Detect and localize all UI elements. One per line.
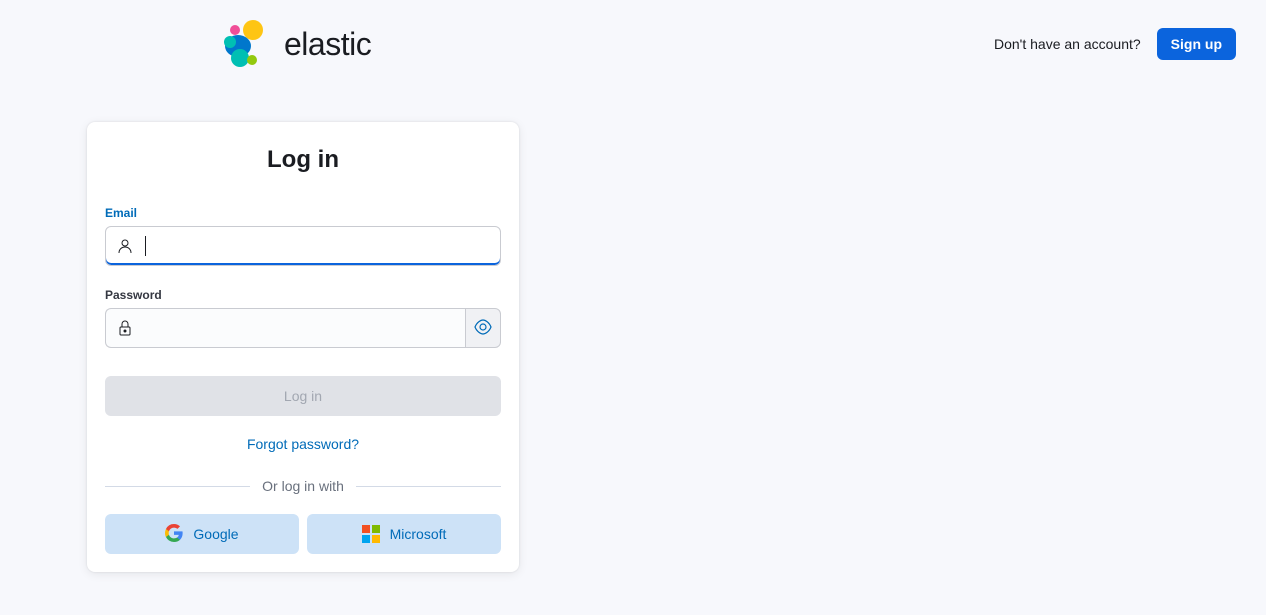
brand-logo: elastic <box>218 18 371 70</box>
microsoft-login-button[interactable]: Microsoft <box>307 514 501 554</box>
card-title: Log in <box>105 146 501 174</box>
divider-line-right <box>356 486 501 487</box>
lock-icon <box>117 320 133 336</box>
social-divider: Or log in with <box>105 478 501 494</box>
email-input-wrap <box>105 226 501 266</box>
eye-icon <box>474 318 492 339</box>
google-login-button[interactable]: Google <box>105 514 299 554</box>
microsoft-icon <box>362 525 380 543</box>
password-input[interactable] <box>105 308 465 348</box>
forgot-password-link[interactable]: Forgot password? <box>105 436 501 452</box>
password-input-wrap <box>105 308 501 348</box>
login-button[interactable]: Log in <box>105 376 501 416</box>
header-actions: Don't have an account? Sign up <box>994 28 1236 60</box>
social-buttons: Google Microsoft <box>105 514 501 554</box>
login-card: Log in Email Password <box>87 122 519 572</box>
google-label: Google <box>193 526 238 542</box>
brand-name: elastic <box>284 26 371 63</box>
email-label: Email <box>105 206 501 220</box>
password-label: Password <box>105 288 501 302</box>
divider-line-left <box>105 486 250 487</box>
user-icon <box>117 238 133 254</box>
page-header: elastic Don't have an account? Sign up <box>0 0 1266 70</box>
toggle-password-visibility-button[interactable] <box>465 308 501 348</box>
text-cursor <box>145 236 146 256</box>
signup-button[interactable]: Sign up <box>1157 28 1236 60</box>
no-account-text: Don't have an account? <box>994 36 1141 52</box>
google-icon <box>165 524 183 545</box>
email-input[interactable] <box>105 226 501 266</box>
microsoft-label: Microsoft <box>390 526 447 542</box>
divider-text: Or log in with <box>262 478 344 494</box>
elastic-logo-icon <box>218 18 270 70</box>
